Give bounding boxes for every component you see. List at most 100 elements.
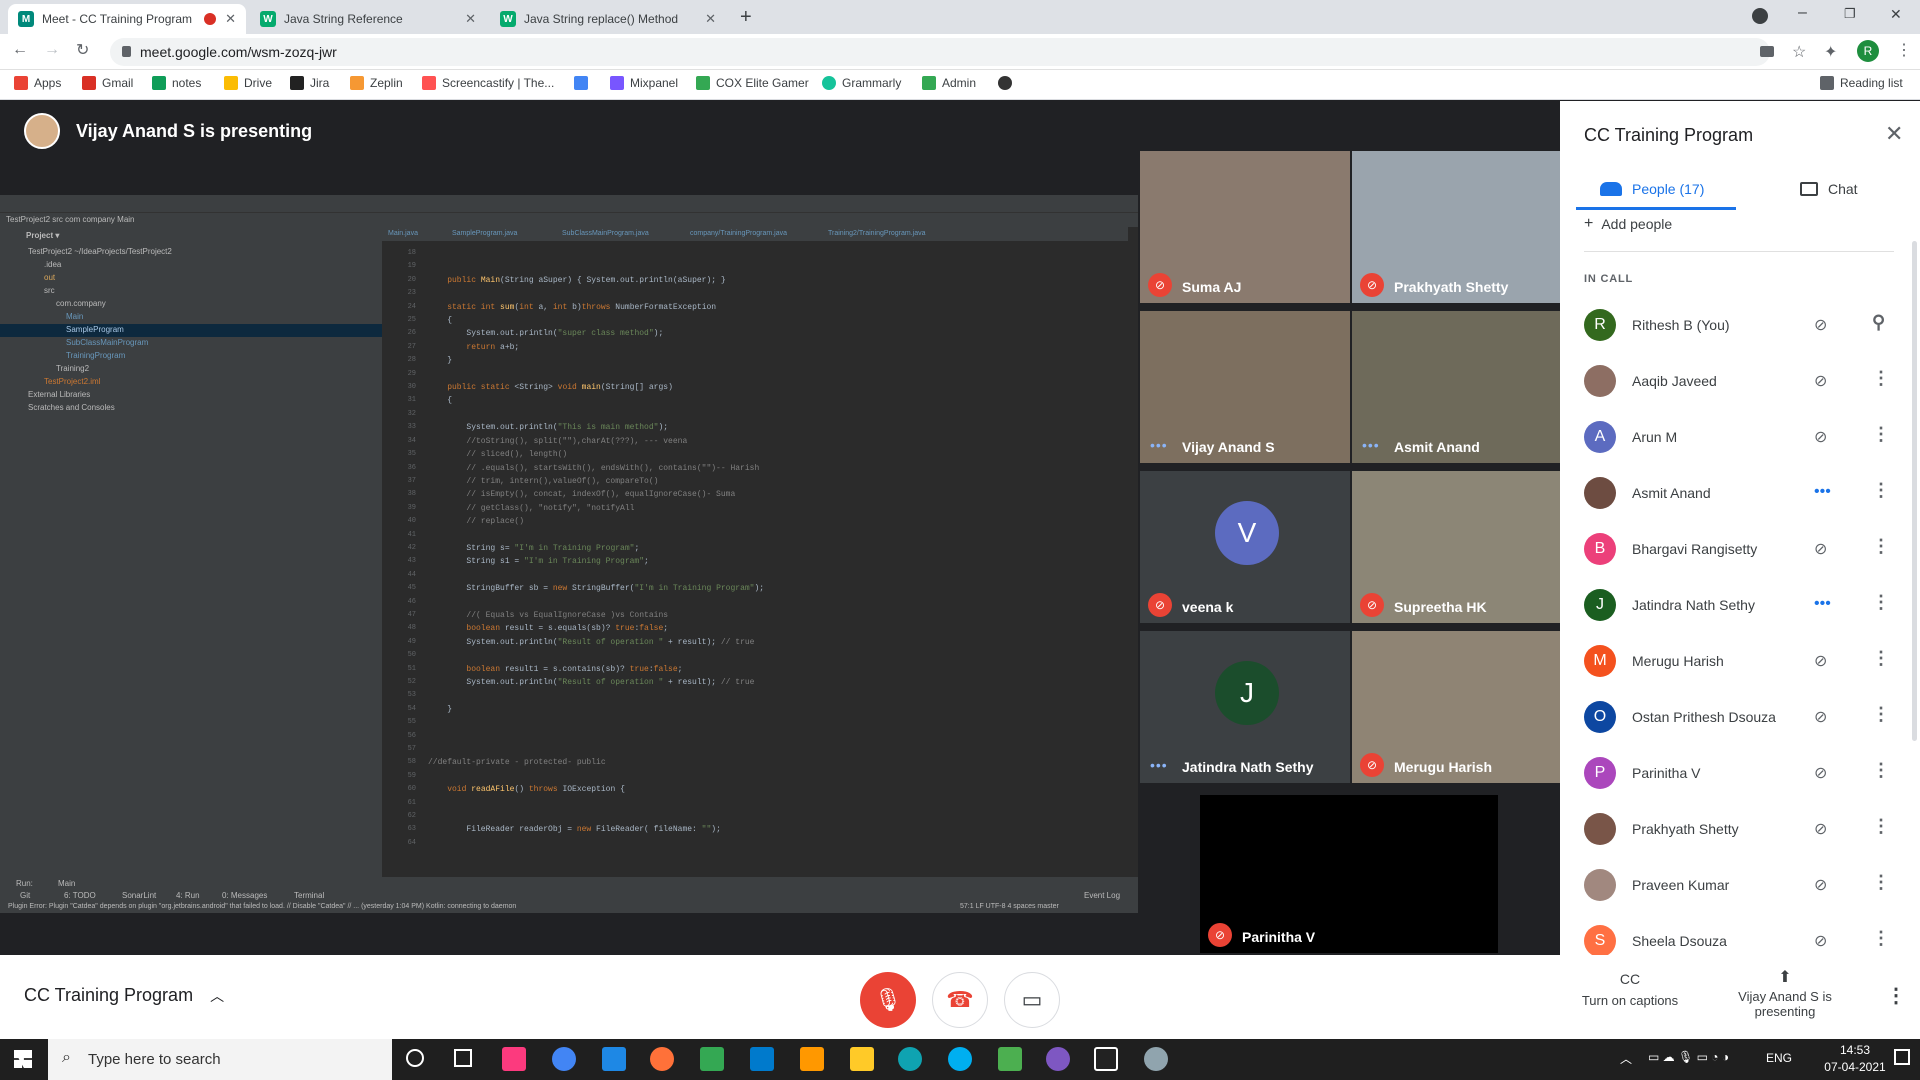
reading-list[interactable]: Reading list bbox=[1820, 76, 1903, 90]
participant-row[interactable]: Prakhyath Shetty ⊘ ⋮ bbox=[1584, 801, 1914, 857]
pin-icon[interactable]: ⚲ bbox=[1872, 312, 1885, 333]
tab-java-string-reference[interactable]: W Java String Reference ✕ bbox=[250, 4, 486, 34]
address-bar[interactable]: meet.google.com/wsm-zozq-jwr ☆ bbox=[110, 38, 1806, 66]
taskbar-date[interactable]: 07-04-2021 bbox=[1820, 1060, 1890, 1074]
more-options-icon[interactable]: ⋮ bbox=[1872, 424, 1890, 445]
participant-row[interactable]: J Jatindra Nath Sethy ••• ⋮ bbox=[1584, 577, 1914, 633]
mic-toggle-button[interactable]: 🎙 bbox=[860, 972, 916, 1028]
taskbar-search[interactable]: ⌕ Type here to search bbox=[48, 1039, 392, 1080]
participant-row[interactable]: Aaqib Javeed ⊘ ⋮ bbox=[1584, 353, 1914, 409]
app-icon[interactable] bbox=[1144, 1047, 1168, 1071]
speaking-icon[interactable]: ••• bbox=[1814, 595, 1831, 613]
bookmark-apps[interactable]: Apps bbox=[14, 76, 61, 90]
close-icon[interactable]: ✕ bbox=[225, 11, 236, 27]
scrollbar[interactable] bbox=[1912, 241, 1917, 741]
mic-off-icon[interactable]: ⊘ bbox=[1814, 315, 1827, 335]
vscode-icon[interactable] bbox=[750, 1047, 774, 1071]
app-icon[interactable] bbox=[1046, 1047, 1070, 1071]
editor-tab[interactable]: SampleProgram.java bbox=[452, 230, 517, 237]
mic-off-icon[interactable]: ⊘ bbox=[1814, 875, 1827, 895]
tray-chevron-icon[interactable]: ︿ bbox=[1620, 1050, 1632, 1067]
participant-row[interactable]: Asmit Anand ••• ⋮ bbox=[1584, 465, 1914, 521]
extensions-icon[interactable]: ✦ bbox=[1824, 42, 1837, 62]
more-options-icon[interactable]: ⋮ bbox=[1872, 872, 1890, 893]
app-icon[interactable] bbox=[602, 1047, 626, 1071]
new-tab-icon[interactable]: + bbox=[740, 6, 752, 29]
language-indicator[interactable]: ENG bbox=[1766, 1051, 1792, 1065]
more-options-icon[interactable]: ⋮ bbox=[1872, 480, 1890, 501]
video-tile[interactable]: ••• Vijay Anand S bbox=[1140, 311, 1350, 463]
taskbar-time[interactable]: 14:53 bbox=[1820, 1043, 1890, 1057]
bookmark-translate[interactable] bbox=[574, 76, 594, 90]
event-log[interactable]: Event Log bbox=[1084, 891, 1120, 900]
tab-search-icon[interactable] bbox=[1752, 8, 1768, 24]
back-icon[interactable]: ← bbox=[12, 41, 28, 59]
bookmark-zeplin[interactable]: Zeplin bbox=[350, 76, 403, 90]
cortana-icon[interactable] bbox=[406, 1049, 424, 1067]
bookmark-notes[interactable]: notes bbox=[152, 76, 201, 90]
edge-icon[interactable] bbox=[898, 1047, 922, 1071]
participant-row[interactable]: Praveen Kumar ⊘ ⋮ bbox=[1584, 857, 1914, 913]
tray-icons[interactable]: ▭ ☁ 🎙 ▭ ◔ ◑ bbox=[1648, 1050, 1729, 1064]
bookmark-star-icon[interactable]: ☆ bbox=[1792, 42, 1806, 62]
tool-tab-terminal[interactable]: Terminal bbox=[294, 891, 324, 900]
bookmark-drive[interactable]: Drive bbox=[224, 76, 272, 90]
close-icon[interactable]: ✕ bbox=[1885, 121, 1903, 147]
window-close-icon[interactable]: ✕ bbox=[1890, 6, 1902, 23]
file-explorer-icon[interactable] bbox=[850, 1047, 874, 1071]
video-tile[interactable]: ⊘ Parinitha V bbox=[1200, 795, 1498, 953]
mic-off-icon[interactable]: ⊘ bbox=[1814, 371, 1827, 391]
participant-row[interactable]: O Ostan Prithesh Dsouza ⊘ ⋮ bbox=[1584, 689, 1914, 745]
participant-row[interactable]: R Rithesh B (You) ⊘ ⚲ bbox=[1584, 297, 1914, 353]
editor-tab[interactable]: company/TrainingProgram.java bbox=[690, 230, 787, 237]
video-tile[interactable]: ⊘ Prakhyath Shetty bbox=[1352, 151, 1562, 303]
mic-off-icon[interactable]: ⊘ bbox=[1814, 707, 1827, 727]
tab-people[interactable]: People (17) bbox=[1600, 181, 1704, 197]
video-tile[interactable]: ⊘ Supreetha HK bbox=[1352, 471, 1562, 623]
notification-icon[interactable] bbox=[1894, 1049, 1910, 1065]
forward-icon[interactable]: → bbox=[44, 41, 60, 59]
profile-avatar[interactable]: R bbox=[1857, 40, 1879, 62]
add-people-button[interactable]: + Add people bbox=[1584, 215, 1672, 233]
tab-chat[interactable]: Chat bbox=[1800, 181, 1858, 197]
tool-tab-run[interactable]: 4: Run bbox=[176, 891, 200, 900]
reload-icon[interactable]: ↻ bbox=[76, 40, 89, 60]
task-view-icon[interactable] bbox=[454, 1049, 472, 1067]
bookmark-jira[interactable]: Jira bbox=[290, 76, 329, 90]
menu-icon[interactable]: ⋮ bbox=[1896, 40, 1912, 60]
editor-tab[interactable]: SubClassMainProgram.java bbox=[562, 230, 649, 237]
speaking-icon[interactable]: ••• bbox=[1814, 483, 1831, 501]
bookmark-bulb[interactable] bbox=[998, 76, 1018, 90]
minimize-icon[interactable]: – bbox=[1798, 4, 1807, 22]
mic-off-icon[interactable]: ⊘ bbox=[1814, 763, 1827, 783]
video-tile[interactable]: V ⊘ veena k bbox=[1140, 471, 1350, 623]
mic-off-icon[interactable]: ⊘ bbox=[1814, 539, 1827, 559]
bookmark-grammarly[interactable]: Grammarly bbox=[822, 76, 901, 90]
meeting-details-button[interactable]: CC Training Program ︿ bbox=[24, 985, 224, 1006]
mic-off-icon[interactable]: ⊘ bbox=[1814, 931, 1827, 951]
video-tile[interactable]: ••• Asmit Anand bbox=[1352, 311, 1562, 463]
tool-tab-git[interactable]: Git bbox=[20, 891, 30, 900]
more-options-icon[interactable]: ⋮ bbox=[1872, 368, 1890, 389]
close-icon[interactable]: ✕ bbox=[705, 11, 716, 27]
skype-icon[interactable] bbox=[948, 1047, 972, 1071]
editor-tab[interactable]: Main.java bbox=[388, 230, 418, 237]
mic-off-icon[interactable]: ⊘ bbox=[1814, 651, 1827, 671]
bookmark-screencastify[interactable]: Screencastify | The... bbox=[422, 76, 554, 90]
tool-tab-todo[interactable]: 6: TODO bbox=[64, 891, 96, 900]
mic-off-icon[interactable]: ⊘ bbox=[1814, 819, 1827, 839]
more-options-icon[interactable]: ⋮ bbox=[1872, 592, 1890, 613]
more-options-icon[interactable]: ⋮ bbox=[1872, 704, 1890, 725]
firefox-icon[interactable] bbox=[650, 1047, 674, 1071]
participant-row[interactable]: B Bhargavi Rangisetty ⊘ ⋮ bbox=[1584, 521, 1914, 577]
participant-row[interactable]: M Merugu Harish ⊘ ⋮ bbox=[1584, 633, 1914, 689]
bookmark-gmail[interactable]: Gmail bbox=[82, 76, 133, 90]
more-options-icon[interactable]: ⋮ bbox=[1872, 816, 1890, 837]
more-options-icon[interactable]: ⋮ bbox=[1886, 983, 1906, 1008]
bookmark-admin[interactable]: Admin bbox=[922, 76, 976, 90]
more-options-icon[interactable]: ⋮ bbox=[1872, 928, 1890, 949]
participant-row[interactable]: A Arun M ⊘ ⋮ bbox=[1584, 409, 1914, 465]
present-now-button[interactable]: ⬆ Vijay Anand S is presenting bbox=[1730, 967, 1840, 1019]
tool-tab-messages[interactable]: 0: Messages bbox=[222, 891, 267, 900]
sublime-icon[interactable] bbox=[800, 1047, 824, 1071]
